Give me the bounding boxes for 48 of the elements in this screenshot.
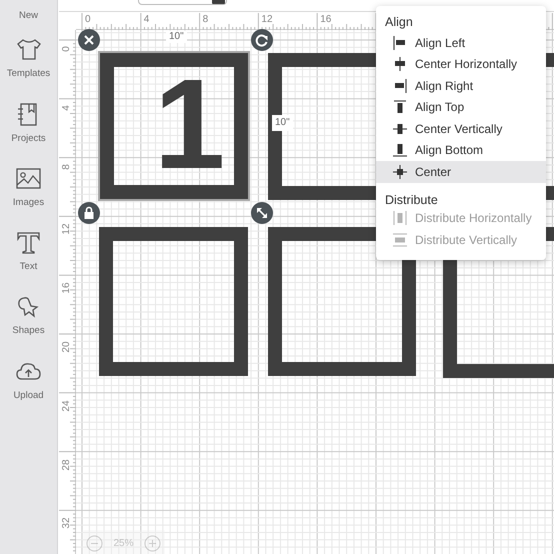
ruler-number: 0 — [61, 45, 73, 54]
center-icon — [392, 164, 408, 180]
rotate-button[interactable] — [251, 29, 273, 51]
menu-item[interactable]: Center Horizontally — [376, 54, 546, 75]
ruler-number: 12 — [261, 14, 273, 26]
ruler-number: 12 — [61, 223, 73, 236]
ruler-number: 4 — [144, 14, 150, 26]
menu-item[interactable]: Align Right — [376, 75, 546, 96]
distribute-horizontal-icon — [392, 210, 408, 226]
width-label: 10" — [166, 31, 187, 43]
sidebar-item[interactable]: Projects — [11, 102, 46, 146]
sidebar-item[interactable]: Shapes — [12, 294, 45, 338]
ruler-number: 16 — [61, 282, 73, 294]
sidebar-item[interactable]: Text — [15, 230, 42, 274]
ruler-number: 16 — [320, 14, 332, 26]
text-icon — [15, 230, 42, 254]
align-left-icon — [392, 34, 408, 51]
sidebar-item[interactable]: New — [18, 9, 38, 24]
delete-button[interactable] — [78, 29, 100, 51]
ruler-number: 0 — [85, 14, 91, 26]
menu-item[interactable]: Align Left — [376, 32, 546, 54]
resize-button[interactable] — [251, 202, 273, 224]
lock-button[interactable] — [78, 202, 100, 224]
sidebar-item[interactable]: Templates — [6, 37, 50, 82]
sidebar-item[interactable]: Images — [12, 166, 44, 210]
menu-heading: Align — [384, 14, 414, 31]
align-right-icon — [392, 78, 408, 94]
center-horizontal-icon — [392, 56, 408, 72]
numeral-text: 1 — [154, 75, 226, 175]
ruler-number: 20 — [61, 341, 73, 353]
tshirt-icon — [15, 37, 42, 62]
ruler-number: 24 — [61, 400, 73, 412]
distribute-vertical-icon — [392, 232, 408, 248]
image-icon — [15, 166, 42, 190]
align-bottom-icon — [392, 142, 408, 158]
sidebar-item[interactable]: Upload — [13, 358, 44, 403]
ruler-number: 28 — [61, 458, 73, 471]
ruler-number: 8 — [61, 162, 73, 172]
menu-item[interactable]: Align Top — [376, 96, 546, 118]
ruler-number: 4 — [61, 104, 73, 113]
menu-item[interactable]: Center — [376, 161, 546, 182]
height-label: 10" — [272, 115, 293, 131]
menu-item[interactable]: Align Bottom — [376, 140, 546, 161]
ruler-number: 8 — [202, 14, 208, 26]
ruler-number: 32 — [61, 517, 73, 530]
menu-heading: Distribute — [384, 192, 439, 208]
align-top-icon — [392, 99, 408, 116]
menu-item[interactable]: Center Vertically — [376, 118, 546, 140]
